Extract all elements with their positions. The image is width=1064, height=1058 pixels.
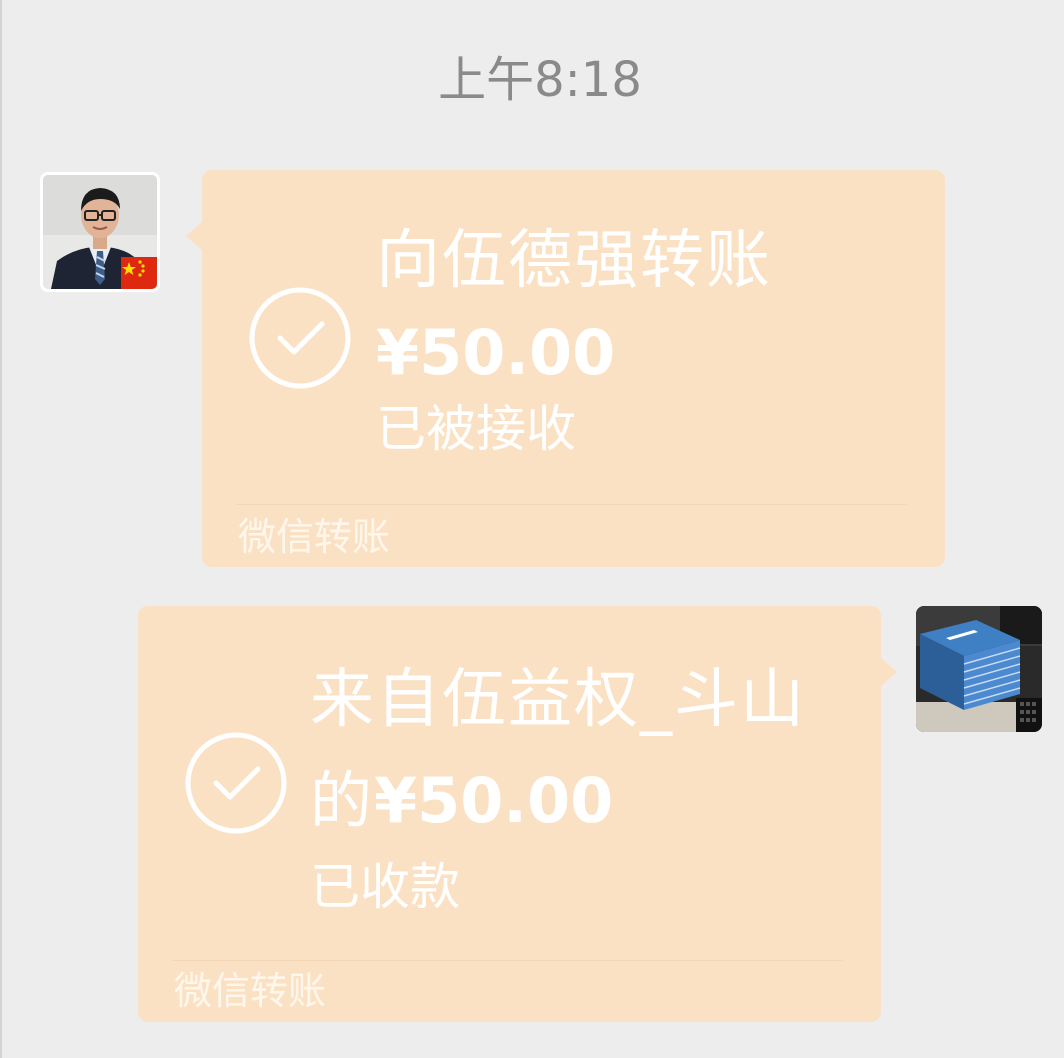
chat-window: 上午8:18 向伍德强转账 ¥50.00 已被接收 微信转账 来自伍益权_斗山 … [0,0,1064,1058]
transfer-amount: ¥50.00 [374,764,614,837]
message-timestamp: 上午8:18 [438,52,642,108]
stacked-books-avatar [916,606,1042,732]
transfer-title: 来自伍益权_斗山 [310,663,806,737]
transfer-status: 已被接收 [376,400,576,458]
check-circle-icon [184,731,288,839]
bubble-tail [881,658,897,686]
sender-avatar[interactable] [40,172,160,292]
check-circle-icon [248,286,352,394]
transfer-status: 已收款 [310,858,460,916]
receiver-avatar[interactable] [916,606,1042,732]
transfer-message-sent[interactable]: 向伍德强转账 ¥50.00 已被接收 微信转账 [186,170,945,567]
transfer-footer-label: 微信转账 [238,515,391,559]
transfer-message-received[interactable]: 来自伍益权_斗山 的¥50.00 已收款 微信转账 [138,606,897,1022]
window-edge [0,0,2,1058]
bubble-divider [172,960,843,961]
bubble-tail [186,222,202,250]
transfer-title: 向伍德强转账 [376,224,772,298]
bubble-divider [236,504,907,505]
transfer-amount: ¥50.00 [376,316,616,389]
transfer-amount-line: 的¥50.00 [310,752,613,850]
transfer-amount-prefix: 的 [310,764,375,837]
person-with-china-flag-avatar [43,175,157,289]
transfer-footer-label: 微信转账 [174,969,327,1013]
